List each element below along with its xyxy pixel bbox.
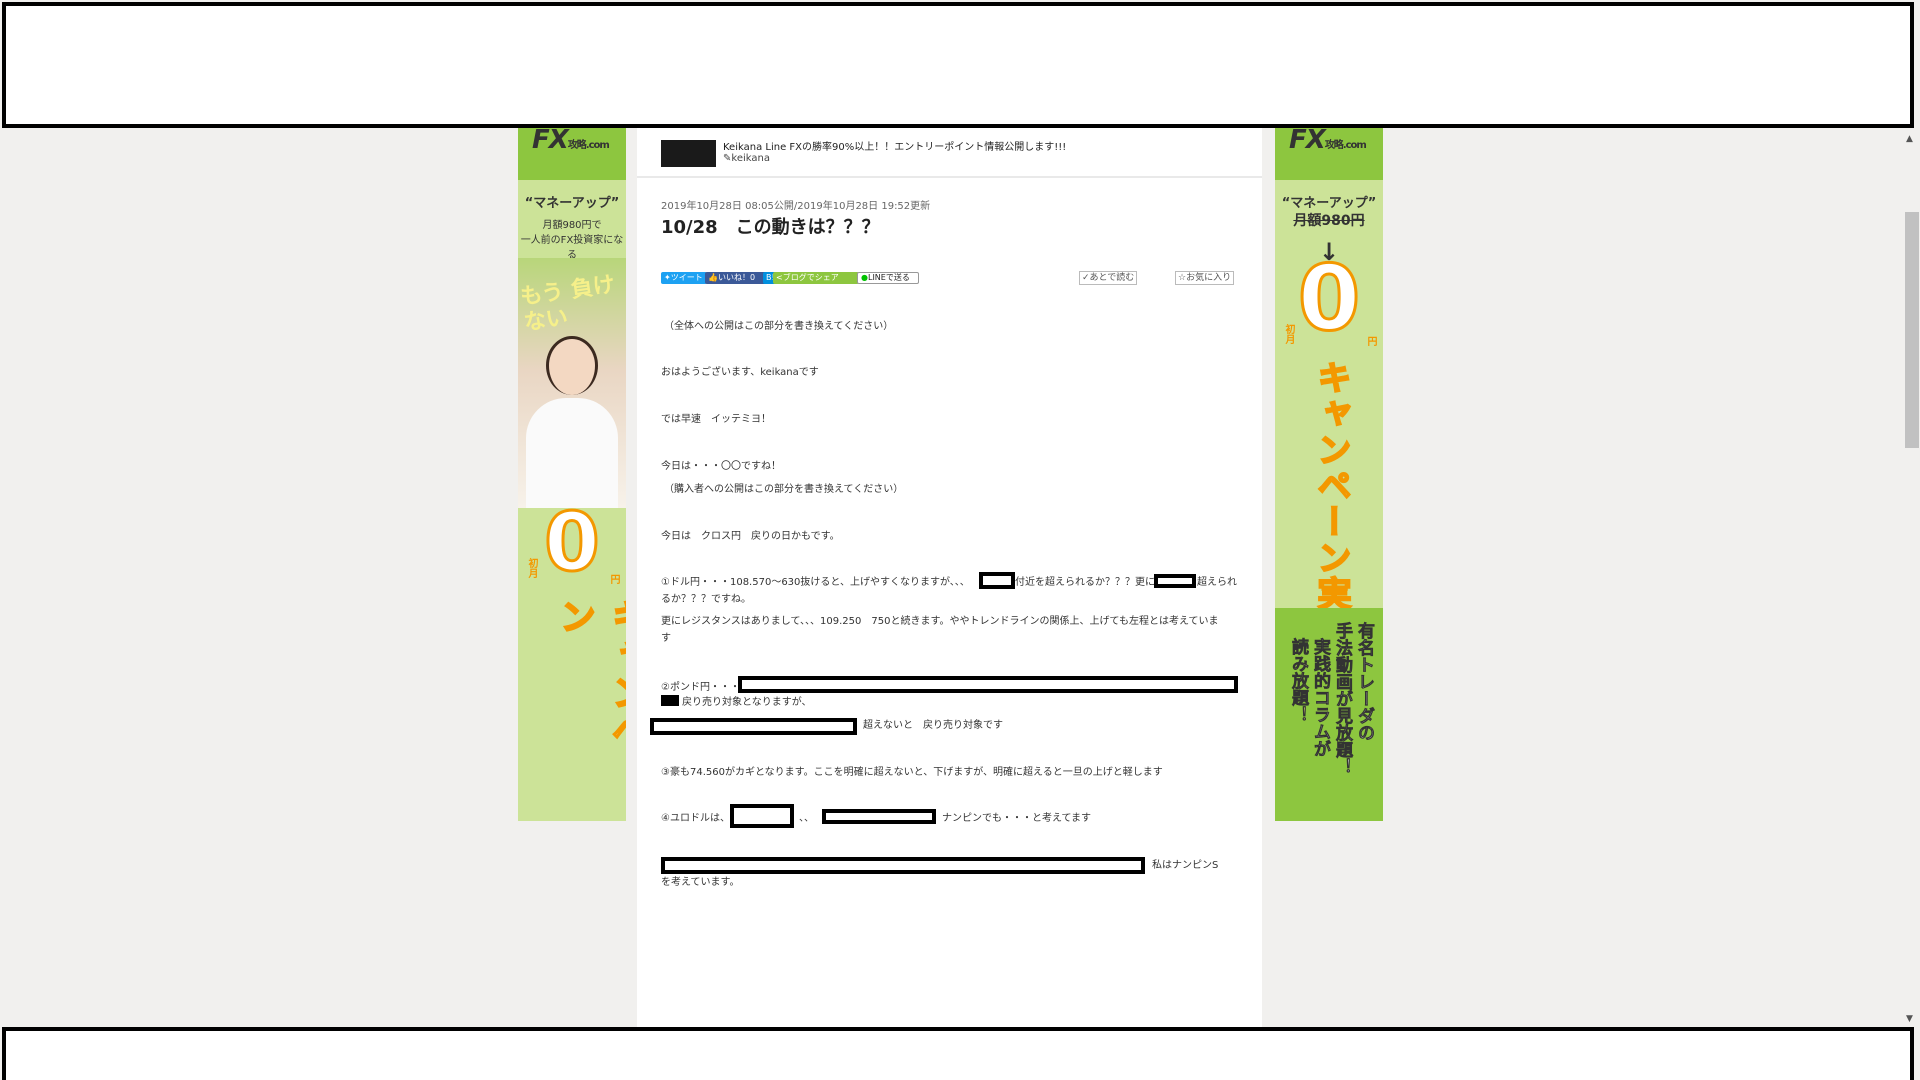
check-icon: ✓ bbox=[1082, 273, 1090, 283]
banner-logo-area: FX攻略.com bbox=[518, 128, 626, 180]
paragraph: ④ユロドルは、 bbox=[661, 813, 730, 824]
model-body bbox=[526, 398, 618, 508]
article-panel: Keikana Line FXの勝率90%以上！！エントリーポイント情報公開しま… bbox=[637, 128, 1262, 1027]
redaction-box bbox=[979, 572, 1015, 589]
redaction-box bbox=[661, 857, 1145, 874]
author-link[interactable]: ✎keikana bbox=[723, 153, 770, 164]
bottom-redaction-bar bbox=[2, 1027, 1914, 1080]
redaction-box bbox=[661, 695, 679, 706]
banner-feature-block: 有名トレーダの 手法動画が見放題！ 実践的コラムが 読み放題！ bbox=[1275, 608, 1383, 821]
paragraph: 超えられ bbox=[1197, 577, 1237, 588]
paragraph: ①ドル円・・・108.570〜630抜けると、上げやすくなりますが、、、 bbox=[661, 577, 970, 588]
redaction-box bbox=[650, 718, 857, 735]
banner-logo-area: FX攻略.com bbox=[1275, 128, 1383, 180]
paragraph: を考えています。 bbox=[661, 877, 740, 888]
twitter-icon: ✦ bbox=[664, 273, 671, 282]
paragraph: 私はナンピンS bbox=[1152, 860, 1219, 871]
blog-thumbnail[interactable] bbox=[661, 140, 716, 167]
paragraph: 付近を超えられるか？？？更に bbox=[1015, 577, 1155, 588]
banner-price: 月額980円 bbox=[1293, 213, 1365, 229]
campaign-label: キャンペーン bbox=[553, 597, 626, 789]
paragraph: 戻り売り対象となりますが、 bbox=[682, 697, 812, 708]
blog-title-link[interactable]: Keikana Line FXの勝率90%以上！！エントリーポイント情報公開しま… bbox=[723, 138, 1066, 153]
paragraph: 今日は・・・〇〇ですね！ bbox=[661, 461, 781, 472]
first-month-label: 初月 bbox=[1283, 324, 1294, 344]
fx-logo: FX攻略.com bbox=[1289, 128, 1367, 155]
paragraph: ③豪も74.560がカギとなります。ここを明確に超えないと、下げますが、明確に超… bbox=[661, 767, 1163, 778]
redaction-box bbox=[822, 809, 936, 824]
like-button[interactable]: 👍いいね！0 bbox=[705, 272, 767, 284]
paragraph: 更にレジスタンスはありまして、、、109.250 750と続きます。ややトレンド… bbox=[661, 616, 1219, 627]
paragraph: ナンピンでも・・・と考えてます bbox=[942, 813, 1091, 824]
paragraph: ②ポンド円・・・ bbox=[661, 682, 740, 693]
feature-line-2: 手法動画が見放題！ bbox=[1332, 622, 1353, 776]
share-icon: < bbox=[776, 273, 783, 282]
scroll-down-icon[interactable]: ▼ bbox=[1906, 1014, 1913, 1024]
tweet-button[interactable]: ✦ツイート bbox=[661, 272, 707, 284]
post-dates: 2019年10月28日 08:05公開/2019年10月28日 19:52更新 bbox=[661, 201, 931, 212]
paragraph: おはようございます、keikanaです bbox=[661, 367, 819, 378]
paragraph: 超えないと 戻り売り対象です bbox=[863, 720, 1003, 731]
feature-line-1: 有名トレーダの bbox=[1354, 622, 1375, 742]
fx-logo: FX攻略.com bbox=[532, 128, 610, 155]
banner-title: “マネーアップ” bbox=[1281, 196, 1377, 211]
yen-label: 円 bbox=[1365, 336, 1376, 346]
line-icon: ● bbox=[861, 273, 868, 282]
scroll-up-icon[interactable]: ▲ bbox=[1906, 134, 1913, 144]
feature-line-3: 実践的コラムが bbox=[1310, 638, 1331, 758]
left-ad-banner[interactable]: FX攻略.com “マネーアップ” 月額980円で 一人前のFX投資家になる も… bbox=[518, 128, 626, 821]
star-icon: ☆ bbox=[1178, 273, 1187, 283]
paragraph: （全体への公開はこの部分を書き換えてください） bbox=[664, 321, 894, 332]
redaction-box bbox=[738, 676, 1238, 693]
paragraph: 今日は クロス円 戻りの日かもです。 bbox=[661, 531, 840, 542]
thumbs-up-icon: 👍 bbox=[708, 273, 718, 282]
paragraph: す bbox=[661, 633, 671, 644]
right-ad-banner[interactable]: FX攻略.com “マネーアップ” 月額980円 ↓ 0 初月 円 キャンペーン… bbox=[1275, 128, 1383, 821]
redaction-box bbox=[1154, 574, 1196, 588]
yen-label: 円 bbox=[608, 574, 619, 584]
vertical-scrollbar[interactable]: ▲ ▼ bbox=[1902, 128, 1920, 1027]
paragraph: 、、 bbox=[799, 813, 814, 824]
feature-line-4: 読み放題！ bbox=[1288, 638, 1309, 724]
scroll-thumb[interactable] bbox=[1905, 212, 1919, 448]
post-title: 10/28 この動きは？？？ bbox=[661, 217, 880, 238]
blog-share-button[interactable]: <ブログでシェア bbox=[773, 272, 859, 284]
model-face bbox=[546, 336, 598, 395]
banner-title: “マネーアップ” bbox=[524, 196, 620, 211]
favorite-button[interactable]: ☆お気に入り bbox=[1175, 271, 1235, 285]
banner-subtitle: 月額980円で 一人前のFX投資家になる bbox=[520, 220, 624, 261]
paragraph: （購入者への公開はこの部分を書き換えてください） bbox=[664, 484, 904, 495]
first-month-label: 初月 bbox=[526, 558, 537, 578]
redaction-box bbox=[730, 804, 794, 828]
paragraph: るか？？？ですね。 bbox=[661, 594, 751, 605]
line-share-button[interactable]: ●LINEで送る bbox=[857, 272, 919, 284]
read-later-button[interactable]: ✓あとで読む bbox=[1079, 271, 1138, 285]
blog-header: Keikana Line FXの勝率90%以上！！エントリーポイント情報公開しま… bbox=[637, 128, 1262, 178]
top-redaction-bar bbox=[2, 2, 1914, 128]
paragraph: では早速 イッテミヨ！ bbox=[661, 414, 771, 425]
